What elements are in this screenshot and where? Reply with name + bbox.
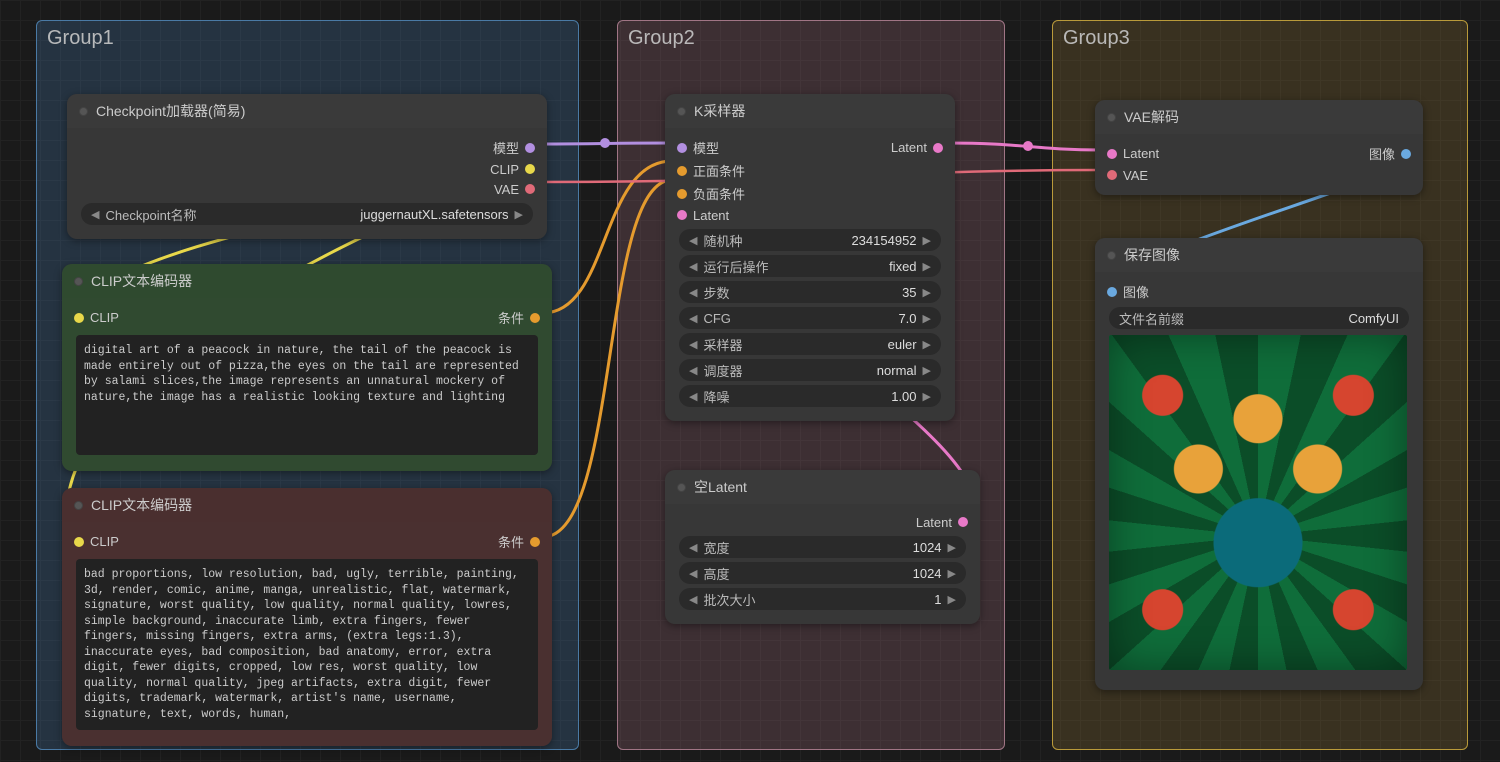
chevron-left-icon[interactable]: ◀ <box>689 286 697 299</box>
chevron-left-icon[interactable]: ◀ <box>689 541 697 554</box>
node-clip-negative[interactable]: CLIP文本编码器 CLIP 条件 bad proportions, low r… <box>62 488 552 746</box>
output-preview-image <box>1109 335 1407 670</box>
prompt-textarea[interactable]: digital art of a peacock in nature, the … <box>76 335 538 455</box>
output-cond-port[interactable] <box>530 313 540 323</box>
input-latent-port[interactable] <box>1107 149 1117 159</box>
output-cond-label: 条件 <box>498 308 524 327</box>
sampler-widget[interactable]: ◀采样器 euler▶ <box>679 333 941 355</box>
chevron-right-icon[interactable]: ▶ <box>923 338 931 351</box>
chevron-left-icon[interactable]: ◀ <box>689 567 697 580</box>
node-title: CLIP文本编码器 <box>91 495 192 515</box>
collapse-icon[interactable] <box>74 277 83 286</box>
collapse-icon[interactable] <box>79 107 88 116</box>
node-title: K采样器 <box>694 101 745 121</box>
node-title: 保存图像 <box>1124 245 1180 265</box>
output-vae-port[interactable] <box>525 184 535 194</box>
width-widget[interactable]: ◀宽度 1024▶ <box>679 536 966 558</box>
chevron-left-icon[interactable]: ◀ <box>91 208 99 221</box>
collapse-icon[interactable] <box>677 107 686 116</box>
output-latent-port[interactable] <box>933 143 943 153</box>
input-positive-port[interactable] <box>677 166 687 176</box>
collapse-icon[interactable] <box>74 501 83 510</box>
input-clip-port[interactable] <box>74 537 84 547</box>
height-widget[interactable]: ◀高度 1024▶ <box>679 562 966 584</box>
chevron-left-icon[interactable]: ◀ <box>689 390 697 403</box>
chevron-left-icon[interactable]: ◀ <box>689 234 697 247</box>
chevron-right-icon[interactable]: ▶ <box>948 541 956 554</box>
chevron-right-icon[interactable]: ▶ <box>923 260 931 273</box>
collapse-icon[interactable] <box>1107 251 1116 260</box>
collapse-icon[interactable] <box>1107 113 1116 122</box>
chevron-right-icon[interactable]: ▶ <box>948 593 956 606</box>
node-title: VAE解码 <box>1124 107 1179 127</box>
input-negative-port[interactable] <box>677 189 687 199</box>
output-clip-label: CLIP <box>490 162 519 177</box>
output-vae-label: VAE <box>494 182 519 197</box>
batch-widget[interactable]: ◀批次大小 1▶ <box>679 588 966 610</box>
chevron-right-icon[interactable]: ▶ <box>515 208 523 221</box>
input-image-port[interactable] <box>1107 287 1117 297</box>
output-image-port[interactable] <box>1401 149 1411 159</box>
group-3-title[interactable]: Group3 <box>1053 21 1467 56</box>
chevron-left-icon[interactable]: ◀ <box>689 260 697 273</box>
output-latent-port[interactable] <box>958 517 968 527</box>
node-save-image[interactable]: 保存图像 图像 文件名前缀 ComfyUI <box>1095 238 1423 690</box>
node-empty-latent[interactable]: 空Latent Latent ◀宽度 1024▶ ◀高度 1024▶ ◀批次大小… <box>665 470 980 624</box>
input-clip-port[interactable] <box>74 313 84 323</box>
group-1-title[interactable]: Group1 <box>37 21 578 56</box>
input-clip-label: CLIP <box>90 310 119 325</box>
filename-prefix-widget[interactable]: 文件名前缀 ComfyUI <box>1109 307 1409 329</box>
output-cond-label: 条件 <box>498 532 524 551</box>
output-clip-port[interactable] <box>525 164 535 174</box>
control-after-widget[interactable]: ◀运行后操作 fixed▶ <box>679 255 941 277</box>
input-latent-port[interactable] <box>677 210 687 220</box>
chevron-left-icon[interactable]: ◀ <box>689 364 697 377</box>
node-clip-positive[interactable]: CLIP文本编码器 CLIP 条件 digital art of a peaco… <box>62 264 552 471</box>
output-model-port[interactable] <box>525 143 535 153</box>
chevron-left-icon[interactable]: ◀ <box>689 593 697 606</box>
steps-widget[interactable]: ◀步数 35▶ <box>679 281 941 303</box>
input-vae-port[interactable] <box>1107 170 1117 180</box>
collapse-icon[interactable] <box>677 483 686 492</box>
chevron-right-icon[interactable]: ▶ <box>923 286 931 299</box>
seed-widget[interactable]: ◀随机种 234154952▶ <box>679 229 941 251</box>
node-vae-decode[interactable]: VAE解码 Latent 图像 VAE <box>1095 100 1423 195</box>
prompt-textarea[interactable]: bad proportions, low resolution, bad, ug… <box>76 559 538 730</box>
denoise-widget[interactable]: ◀降噪 1.00▶ <box>679 385 941 407</box>
chevron-right-icon[interactable]: ▶ <box>923 364 931 377</box>
checkpoint-name-widget[interactable]: ◀ Checkpoint名称 juggernautXL.safetensors … <box>81 203 533 225</box>
group-2-title[interactable]: Group2 <box>618 21 1004 56</box>
node-title: Checkpoint加载器(简易) <box>96 101 245 121</box>
output-model-label: 模型 <box>493 138 519 157</box>
cfg-widget[interactable]: ◀CFG 7.0▶ <box>679 307 941 329</box>
input-model-port[interactable] <box>677 143 687 153</box>
node-ksampler[interactable]: K采样器 模型 Latent 正面条件 负面条件 Latent ◀随机种 234… <box>665 94 955 421</box>
chevron-left-icon[interactable]: ◀ <box>689 338 697 351</box>
chevron-right-icon[interactable]: ▶ <box>923 234 931 247</box>
node-title: 空Latent <box>694 477 747 497</box>
node-checkpoint-loader[interactable]: Checkpoint加载器(简易) 模型 CLIP VAE ◀ <box>67 94 547 239</box>
chevron-left-icon[interactable]: ◀ <box>689 312 697 325</box>
output-cond-port[interactable] <box>530 537 540 547</box>
chevron-right-icon[interactable]: ▶ <box>923 390 931 403</box>
node-title: CLIP文本编码器 <box>91 271 192 291</box>
chevron-right-icon[interactable]: ▶ <box>923 312 931 325</box>
scheduler-widget[interactable]: ◀调度器 normal▶ <box>679 359 941 381</box>
input-clip-label: CLIP <box>90 534 119 549</box>
chevron-right-icon[interactable]: ▶ <box>948 567 956 580</box>
